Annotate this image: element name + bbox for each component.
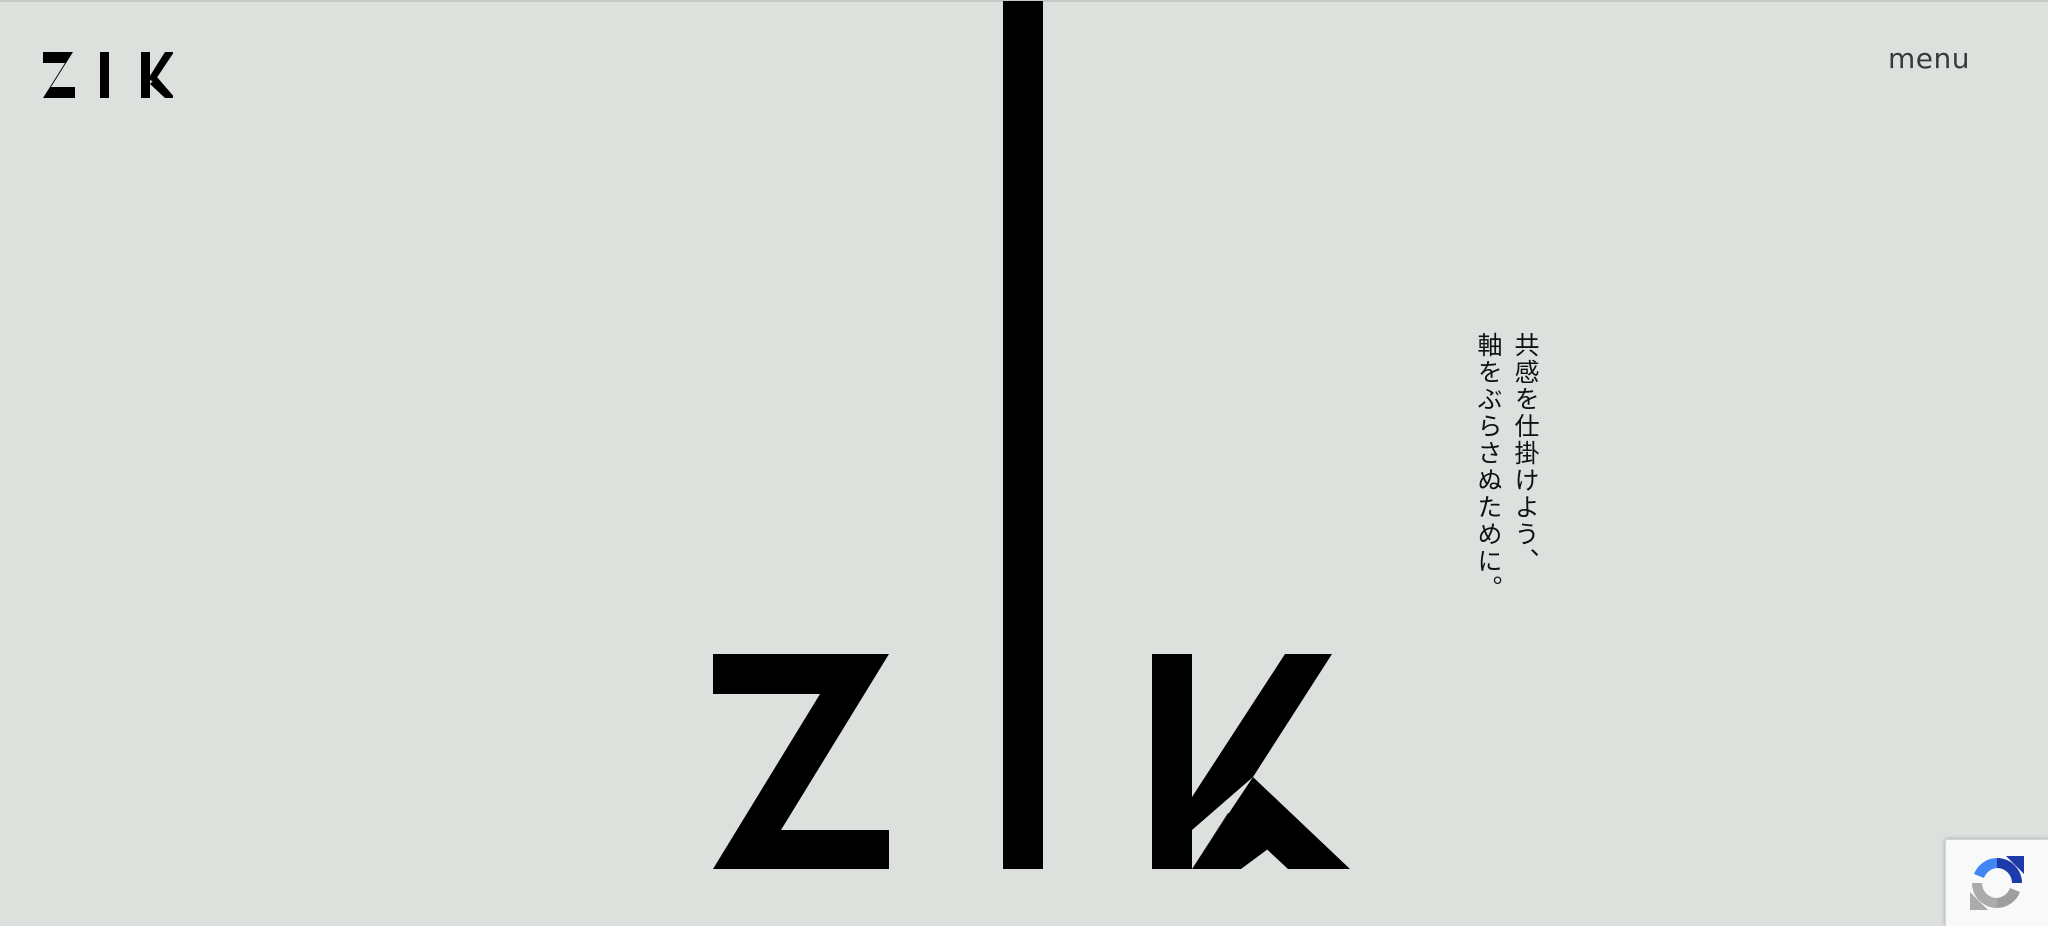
hero-tagline: 共感を仕掛けよう、 軸をぶらさぬために。 [1470,332,1544,612]
tagline-line-2: 軸をぶらさぬために。 [1474,332,1503,602]
recaptcha-badge[interactable] [1945,839,2048,926]
recaptcha-icon [1970,856,2024,910]
tagline-line-1: 共感を仕掛けよう、 [1511,332,1540,575]
hero-logo [713,1,1350,869]
